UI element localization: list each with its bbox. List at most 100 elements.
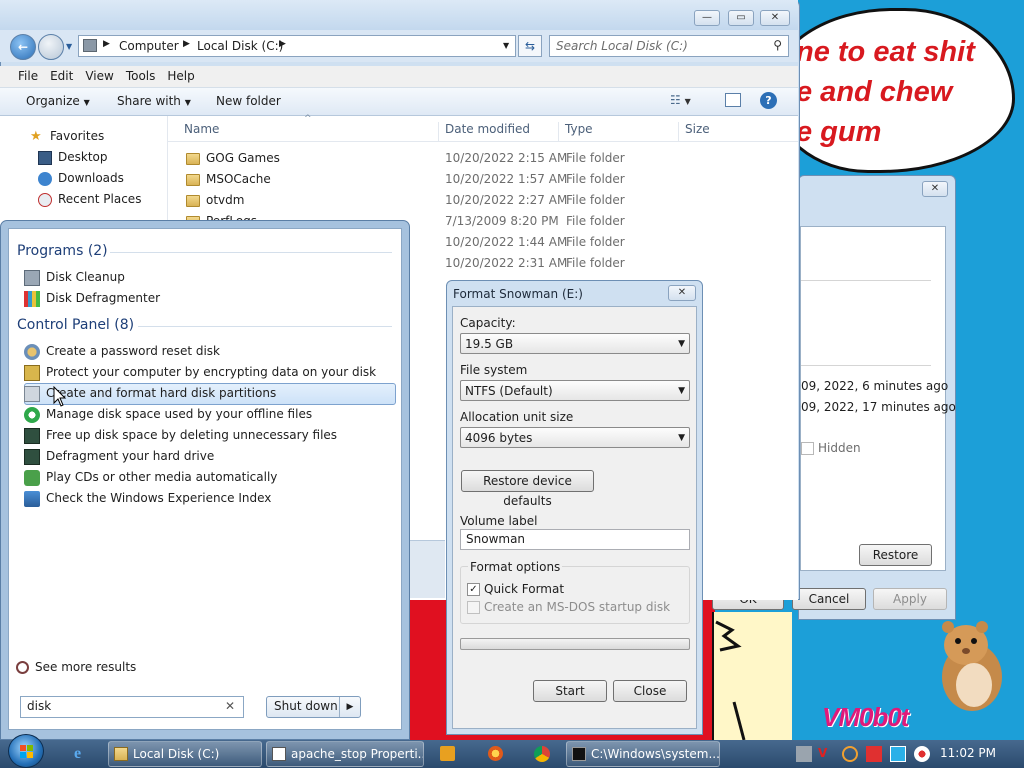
menu-file[interactable]: File: [12, 66, 44, 86]
tray-flag-icon[interactable]: [866, 746, 882, 762]
explorer-titlebar[interactable]: [0, 0, 798, 30]
pinned-app[interactable]: [478, 741, 514, 767]
result-format-partitions[interactable]: Create and format hard disk partitions: [24, 383, 394, 404]
result-encrypt-disk[interactable]: Protect your computer by encrypting data…: [24, 362, 394, 383]
programs-header[interactable]: Programs (2): [17, 243, 108, 259]
result-password-reset[interactable]: Create a password reset disk: [24, 341, 394, 362]
file-row[interactable]: otvdm 10/20/2022 2:27 AM File folder: [168, 190, 788, 211]
column-type[interactable]: Type: [558, 122, 593, 142]
organize-button[interactable]: Organize ▼: [26, 94, 90, 108]
volume-label-input[interactable]: Snowman: [460, 529, 690, 550]
breadcrumb-sep-icon: ▶: [183, 39, 190, 49]
view-options-icon[interactable]: ☷ ▼: [670, 93, 691, 107]
result-autoplay[interactable]: Play CDs or other media automatically: [24, 467, 394, 488]
column-name[interactable]: Name: [178, 122, 219, 142]
nav-downloads[interactable]: Downloads: [38, 168, 124, 188]
start-orb[interactable]: [8, 734, 44, 768]
task-cmd[interactable]: C:\Windows\system...: [566, 741, 720, 767]
result-free-disk-space[interactable]: Free up disk space by deleting unnecessa…: [24, 425, 394, 446]
result-label: Disk Defragmenter: [46, 291, 161, 305]
task-local-disk[interactable]: Local Disk (C:): [108, 741, 262, 767]
folder-icon: [186, 152, 200, 165]
app-icon: [488, 746, 503, 761]
forward-button[interactable]: [38, 34, 64, 60]
mouse-cursor-icon: [53, 386, 67, 407]
minimize-button[interactable]: —: [694, 10, 720, 26]
result-disk-cleanup[interactable]: Disk Cleanup: [24, 267, 394, 288]
nav-desktop[interactable]: Desktop: [38, 147, 108, 167]
result-experience-index[interactable]: Check the Windows Experience Index: [24, 488, 394, 509]
divider: [110, 252, 392, 253]
breadcrumb-computer[interactable]: Computer: [119, 39, 179, 53]
tray-volume-icon[interactable]: [914, 746, 930, 762]
breadcrumb-local-disk[interactable]: Local Disk (C:): [197, 39, 283, 53]
menu-help[interactable]: Help: [161, 66, 200, 86]
control-panel-header[interactable]: Control Panel (8): [17, 317, 134, 333]
task-apache-properties[interactable]: apache_stop Properti...: [266, 741, 424, 767]
result-defragment[interactable]: Defragment your hard drive: [24, 446, 394, 467]
nav-recent-places[interactable]: Recent Places: [38, 189, 141, 209]
result-label: Play CDs or other media automatically: [46, 470, 278, 484]
maximize-button[interactable]: ▭: [728, 10, 754, 26]
clock[interactable]: 11:02 PM: [940, 746, 996, 760]
msdos-checkbox[interactable]: Create an MS-DOS startup disk: [467, 600, 670, 614]
column-date[interactable]: Date modified: [438, 122, 530, 142]
shutdown-button[interactable]: Shut down ▶: [266, 696, 361, 718]
search-input[interactable]: Search Local Disk (C:) ⚲: [549, 35, 789, 57]
props-close-button[interactable]: ✕: [922, 181, 948, 197]
menu-edit[interactable]: Edit: [44, 66, 79, 86]
menu-view[interactable]: View: [79, 66, 119, 86]
quick-format-checkbox[interactable]: ✓ Quick Format: [467, 582, 564, 596]
cmd-icon: [572, 747, 586, 761]
capacity-select[interactable]: 19.5 GB ▼: [460, 333, 690, 354]
help-icon[interactable]: ?: [760, 92, 777, 109]
history-chevron-icon[interactable]: ▼: [66, 42, 72, 51]
pinned-chrome[interactable]: [524, 741, 560, 767]
search-value: disk: [27, 699, 52, 713]
shutdown-options-icon[interactable]: ▶: [339, 697, 360, 717]
file-type: File folder: [566, 151, 625, 165]
hidden-label: Hidden: [818, 441, 861, 455]
start-search-input[interactable]: disk ✕: [20, 696, 244, 718]
preview-pane-icon[interactable]: [725, 93, 741, 107]
format-close-icon[interactable]: ✕: [668, 285, 696, 301]
chrome-icon: [534, 746, 550, 762]
result-offline-files[interactable]: Manage disk space used by your offline f…: [24, 404, 394, 425]
pinned-ie[interactable]: e: [64, 741, 100, 767]
restore-defaults-button[interactable]: Restore device defaults: [461, 470, 594, 508]
close-button[interactable]: ✕: [760, 10, 790, 26]
nav-favorites[interactable]: ★ Favorites: [30, 126, 104, 146]
tray-search-icon[interactable]: [842, 746, 858, 762]
column-size[interactable]: Size: [678, 122, 710, 142]
tray-network-icon[interactable]: [796, 746, 812, 762]
file-system-select[interactable]: NTFS (Default) ▼: [460, 380, 690, 401]
back-button[interactable]: ←: [10, 34, 36, 60]
address-bar[interactable]: ▶ Computer ▶ Local Disk (C:) ▶ ▼: [78, 35, 516, 57]
allocation-value: 4096 bytes: [465, 431, 533, 445]
close-dialog-button[interactable]: Close: [613, 680, 687, 702]
result-disk-defragmenter[interactable]: Disk Defragmenter: [24, 288, 394, 309]
clear-search-icon[interactable]: ✕: [225, 699, 235, 713]
tray-v-icon[interactable]: V: [818, 746, 834, 762]
hidden-checkbox[interactable]: Hidden: [801, 441, 861, 455]
start-button[interactable]: Start: [533, 680, 607, 702]
menu-tools[interactable]: Tools: [120, 66, 162, 86]
file-type: File folder: [566, 256, 625, 270]
new-folder-button[interactable]: New folder: [216, 94, 281, 108]
see-more-results-link[interactable]: See more results: [16, 660, 136, 674]
media-player-icon: [440, 746, 455, 761]
allocation-select[interactable]: 4096 bytes ▼: [460, 427, 690, 448]
pinned-media[interactable]: [430, 741, 466, 767]
nav-label: Downloads: [58, 171, 124, 185]
file-row[interactable]: MSOCache 10/20/2022 1:57 AM File folder: [168, 169, 788, 190]
address-dropdown-icon[interactable]: ▼: [503, 41, 509, 50]
task-label: Local Disk (C:): [133, 747, 220, 761]
restore-button[interactable]: Restore: [859, 544, 932, 566]
share-with-button[interactable]: Share with ▼: [117, 94, 191, 108]
wallpaper-cartoon: [712, 612, 792, 741]
props-apply-button[interactable]: Apply: [873, 588, 947, 610]
tray-display-icon[interactable]: [890, 746, 906, 762]
file-row[interactable]: GOG Games 10/20/2022 2:15 AM File folder: [168, 148, 788, 169]
refresh-icon[interactable]: ⇆: [518, 35, 542, 57]
props-cancel-button[interactable]: Cancel: [792, 588, 866, 610]
